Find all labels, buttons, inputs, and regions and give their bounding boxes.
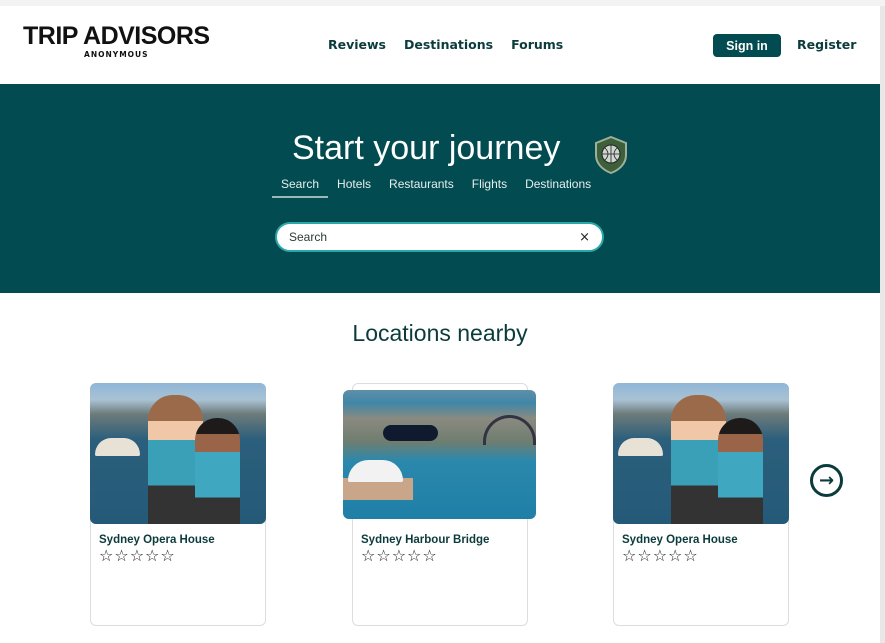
main-nav: Reviews Destinations Forums bbox=[328, 37, 563, 52]
location-name: Sydney Opera House bbox=[99, 534, 215, 546]
logo-subtitle: ANONYMOUS bbox=[84, 50, 149, 59]
globe-shield-icon bbox=[595, 136, 627, 174]
location-name: Sydney Harbour Bridge bbox=[361, 534, 490, 546]
location-image bbox=[343, 390, 536, 519]
header: TRIP ADVISORS ANONYMOUS Reviews Destinat… bbox=[0, 6, 880, 84]
logo[interactable]: TRIP ADVISORS ANONYMOUS bbox=[23, 22, 210, 59]
tab-flights[interactable]: Flights bbox=[463, 177, 516, 198]
tab-hotels[interactable]: Hotels bbox=[328, 177, 380, 198]
section-title: Locations nearby bbox=[352, 320, 528, 346]
location-card[interactable]: Sydney Opera House ☆☆☆☆☆ bbox=[90, 383, 266, 626]
register-link[interactable]: Register bbox=[797, 37, 856, 52]
tab-destinations[interactable]: Destinations bbox=[516, 177, 600, 198]
nav-forums[interactable]: Forums bbox=[511, 37, 563, 52]
location-card[interactable]: Sydney Harbour Bridge ☆☆☆☆☆ bbox=[343, 383, 536, 626]
logo-title: TRIP ADVISORS bbox=[23, 22, 210, 50]
page: TRIP ADVISORS ANONYMOUS Reviews Destinat… bbox=[0, 6, 880, 643]
star-rating[interactable]: ☆☆☆☆☆ bbox=[622, 546, 699, 565]
location-image bbox=[90, 383, 266, 524]
search-input[interactable] bbox=[289, 230, 580, 244]
hero: Start your journey Search Hotels Restaur… bbox=[0, 84, 880, 293]
tab-restaurants[interactable]: Restaurants bbox=[380, 177, 463, 198]
star-rating[interactable]: ☆☆☆☆☆ bbox=[361, 546, 438, 565]
scrollbar[interactable] bbox=[880, 6, 885, 643]
next-arrow-icon[interactable]: → bbox=[810, 464, 843, 497]
nav-reviews[interactable]: Reviews bbox=[328, 37, 386, 52]
sign-in-button[interactable]: Sign in bbox=[713, 34, 781, 57]
location-name: Sydney Opera House bbox=[622, 534, 738, 546]
tab-search[interactable]: Search bbox=[272, 177, 329, 198]
location-image bbox=[613, 383, 789, 524]
nav-destinations[interactable]: Destinations bbox=[404, 37, 493, 52]
location-card[interactable]: Sydney Opera House ☆☆☆☆☆ bbox=[613, 383, 789, 626]
hero-title: Start your journey bbox=[292, 129, 561, 167]
clear-icon[interactable]: × bbox=[579, 230, 590, 245]
star-rating[interactable]: ☆☆☆☆☆ bbox=[99, 546, 176, 565]
search-box: × bbox=[275, 222, 604, 252]
search-tabs: Search Hotels Restaurants Flights Destin… bbox=[272, 177, 600, 198]
